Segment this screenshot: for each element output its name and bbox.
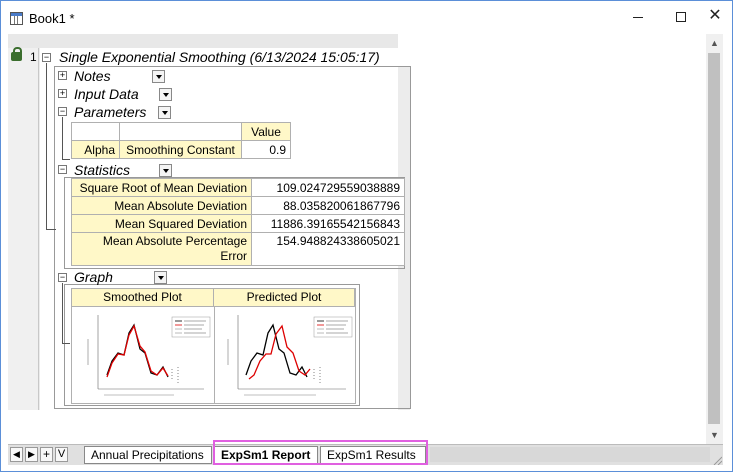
collapse-graph-toggle[interactable]: − <box>58 273 67 282</box>
graph-title: Graph <box>74 269 113 285</box>
collapse-statistics-toggle[interactable]: − <box>58 165 67 174</box>
report-title: Single Exponential Smoothing (6/13/2024 … <box>59 49 380 65</box>
statistic-value[interactable]: 88.035820061867796 <box>251 196 405 215</box>
statistics-title: Statistics <box>74 162 131 178</box>
statistics-menu-button[interactable] <box>159 164 172 177</box>
last-sheet-icon[interactable]: ▶ <box>25 447 38 462</box>
collapse-parameters-toggle[interactable]: − <box>58 107 67 116</box>
expand-notes-toggle[interactable]: + <box>58 71 67 80</box>
statistic-label: Mean Absolute Percentage Error <box>71 232 252 266</box>
tree-line <box>46 229 56 230</box>
column-header-strip <box>8 34 398 48</box>
workbook-icon <box>10 12 23 25</box>
expand-input-data-toggle[interactable]: + <box>58 89 67 98</box>
predicted-plot-header: Predicted Plot <box>214 289 355 307</box>
vertical-scrollbar[interactable]: ▲ ▼ <box>706 34 723 444</box>
sheet-blank-right <box>410 48 706 410</box>
smoothed-plot-header: Smoothed Plot <box>72 289 214 307</box>
scroll-down-icon[interactable]: ▼ <box>710 430 719 440</box>
close-button[interactable]: ✕ <box>693 1 733 33</box>
tree-line <box>46 63 47 229</box>
tree-line <box>62 117 63 159</box>
tab-annual-precipitations[interactable]: Annual Precipitations <box>84 446 212 464</box>
graph-table: Smoothed Plot Predicted Plot <box>71 288 356 404</box>
statistic-label: Mean Squared Deviation <box>71 214 252 233</box>
parameters-title: Parameters <box>74 104 147 120</box>
statistic-label-text: Mean Absolute Percentage Error <box>102 234 247 263</box>
smoothed-plot-thumbnail[interactable] <box>74 309 212 401</box>
statistic-label: Square Root of Mean Deviation <box>71 178 252 197</box>
horizontal-scrollbar[interactable] <box>430 447 710 462</box>
scroll-up-icon[interactable]: ▲ <box>710 38 719 48</box>
minimize-button[interactable] <box>616 1 660 33</box>
tree-line <box>62 283 63 343</box>
parameters-menu-button[interactable] <box>158 106 171 119</box>
scroll-thumb[interactable] <box>708 53 720 424</box>
parameter-value[interactable]: 0.9 <box>241 140 291 159</box>
statistic-label: Mean Absolute Deviation <box>71 196 252 215</box>
sheet-list-icon[interactable]: V <box>55 447 68 462</box>
tree-line <box>62 343 70 344</box>
notes-title: Notes <box>74 68 111 84</box>
collapse-report-toggle[interactable]: − <box>42 53 51 62</box>
parameter-name: Alpha <box>71 140 120 159</box>
add-sheet-icon[interactable]: + <box>40 447 53 462</box>
graph-menu-button[interactable] <box>154 271 167 284</box>
first-sheet-icon[interactable]: ◀ <box>10 447 23 462</box>
parameters-table: Value Alpha Smoothing Constant 0.9 <box>71 122 291 159</box>
row-header[interactable] <box>8 48 39 410</box>
parameters-value-header: Value <box>241 122 291 141</box>
title-bar[interactable]: Book1 * ✕ <box>1 1 732 35</box>
parameter-label: Smoothing Constant <box>119 140 242 159</box>
predicted-plot-thumbnail[interactable] <box>216 309 354 401</box>
input-data-title: Input Data <box>74 86 139 102</box>
tree-line <box>62 159 70 160</box>
lock-icon <box>11 47 22 61</box>
input-data-menu-button[interactable] <box>159 88 172 101</box>
statistic-value[interactable]: 109.024729559038889 <box>251 178 405 197</box>
statistics-table: Square Root of Mean Deviation 109.024729… <box>71 178 405 266</box>
tab-highlight-box <box>213 440 428 465</box>
resize-grip-icon[interactable] <box>712 455 722 465</box>
statistic-value[interactable]: 11886.39165542156843 <box>251 214 405 233</box>
notes-menu-button[interactable] <box>152 70 165 83</box>
row-number: 1 <box>30 50 37 64</box>
statistic-value[interactable]: 154.948824338605021 <box>251 232 405 266</box>
window-title: Book1 * <box>29 11 75 26</box>
